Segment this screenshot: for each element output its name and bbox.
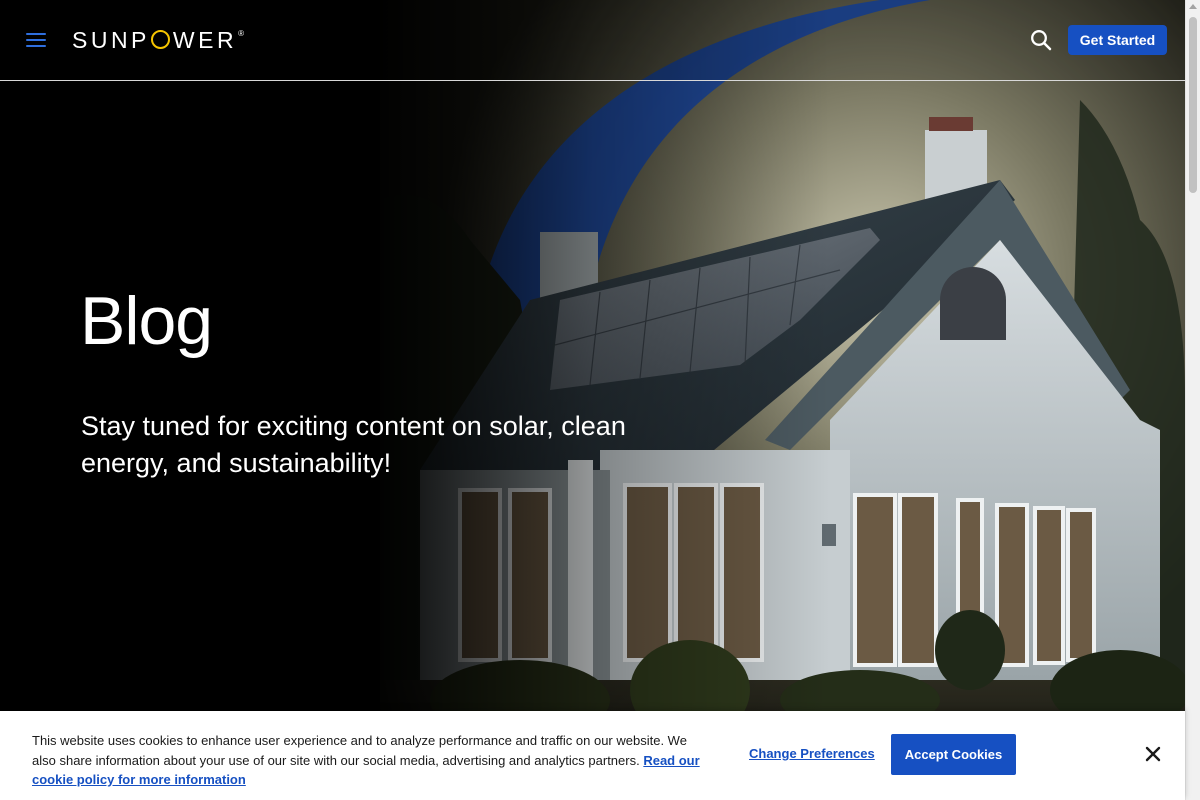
cookie-message: This website uses cookies to enhance use… bbox=[32, 731, 712, 790]
scroll-up-arrow-icon[interactable] bbox=[1189, 4, 1197, 9]
hero-subtitle: Stay tuned for exciting content on solar… bbox=[81, 411, 626, 478]
logo-registered-mark: ® bbox=[238, 29, 244, 38]
hero-house-image bbox=[0, 0, 1185, 800]
sunpower-logo[interactable]: SUNP WER ® bbox=[72, 27, 244, 55]
logo-o-ring bbox=[150, 30, 170, 49]
logo-text-start: SUNP bbox=[72, 27, 150, 53]
accept-cookies-button[interactable]: Accept Cookies bbox=[891, 734, 1016, 775]
hamburger-menu-icon[interactable] bbox=[24, 28, 48, 52]
close-icon[interactable] bbox=[1143, 744, 1163, 764]
scrollbar-thumb[interactable] bbox=[1189, 17, 1197, 193]
cookie-text: This website uses cookies to enhance use… bbox=[32, 733, 687, 768]
page-scrollbar[interactable] bbox=[1185, 0, 1200, 800]
cookie-banner: This website uses cookies to enhance use… bbox=[0, 711, 1185, 800]
change-preferences-link[interactable]: Change Preferences bbox=[749, 746, 875, 761]
search-icon[interactable] bbox=[1030, 29, 1052, 51]
site-header: SUNP WER ® Get Started bbox=[0, 0, 1185, 81]
page-title: Blog bbox=[80, 283, 213, 359]
logo-text-end: WER bbox=[172, 27, 238, 53]
hero-section: Blog Stay tuned for exciting content on … bbox=[0, 0, 1185, 800]
get-started-button[interactable]: Get Started bbox=[1068, 25, 1167, 55]
